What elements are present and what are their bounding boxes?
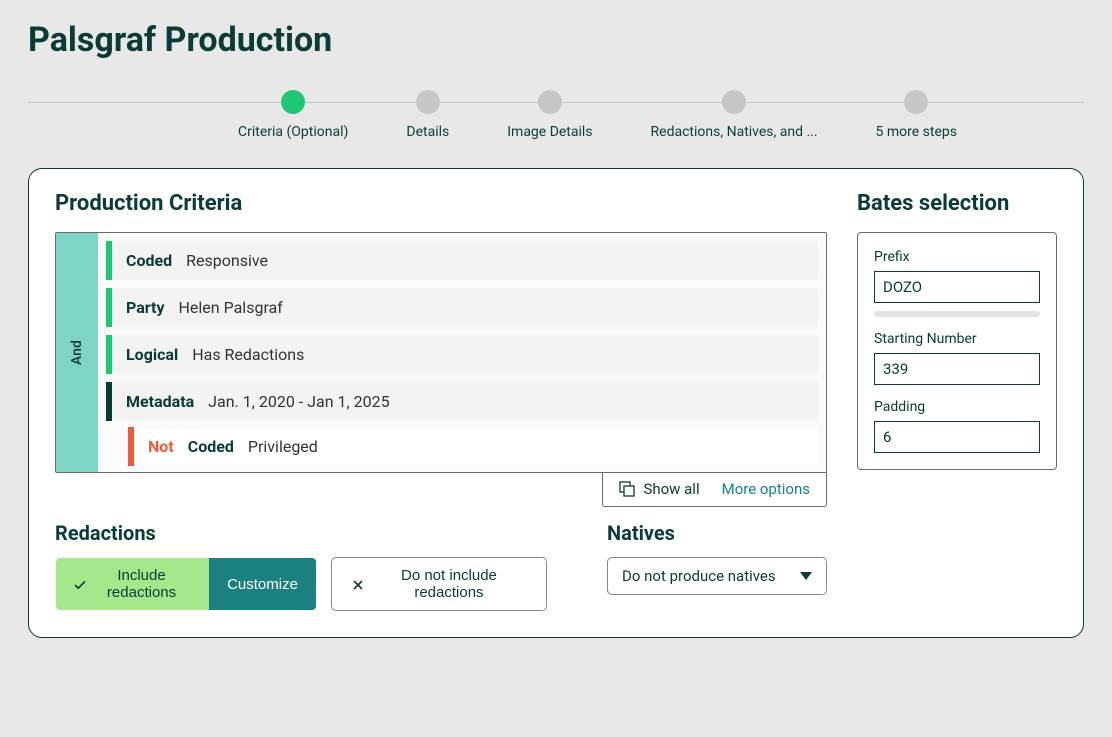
criteria-value: Helen Palsgraf [179, 298, 283, 317]
natives-select[interactable]: Do not produce natives [607, 557, 827, 595]
starting-number-input[interactable] [874, 353, 1040, 385]
step-criteria[interactable]: Criteria (Optional) [238, 90, 348, 140]
more-options-link[interactable]: More options [722, 480, 810, 498]
criteria-heading: Production Criteria [55, 191, 827, 216]
stepper: Criteria (Optional) Details Image Detail… [28, 90, 1084, 140]
caret-down-icon [800, 572, 812, 580]
bates-card: Prefix Starting Number Padding [857, 232, 1057, 470]
step-dot [416, 90, 440, 114]
criteria-key: Coded [126, 251, 172, 270]
redactions-segment: Include redactions Customize [55, 557, 317, 611]
step-redactions-natives[interactable]: Redactions, Natives, and ... [651, 90, 818, 140]
bates-heading: Bates selection [857, 191, 1057, 216]
row-accent-bar [106, 241, 112, 280]
criteria-value: Responsive [186, 251, 268, 270]
show-all-link[interactable]: Show all [619, 480, 699, 498]
not-label: Not [148, 437, 174, 456]
criteria-value: Jan. 1, 2020 - Jan 1, 2025 [208, 392, 389, 411]
step-label: Redactions, Natives, and ... [651, 124, 818, 140]
step-label: Criteria (Optional) [238, 124, 348, 140]
criteria-row-logical[interactable]: Logical Has Redactions [106, 335, 818, 374]
padding-input[interactable] [874, 421, 1040, 453]
redactions-heading: Redactions [55, 521, 547, 545]
main-card: Production Criteria And Coded Responsive… [28, 168, 1084, 638]
x-icon [352, 578, 364, 590]
step-dot-active [281, 90, 305, 114]
criteria-key: Party [126, 298, 165, 317]
customize-button[interactable]: Customize [209, 558, 316, 610]
criteria-key: Coded [188, 437, 234, 456]
redactions-group: Redactions Include redactions Customize [55, 521, 547, 611]
step-dot [722, 90, 746, 114]
show-all-label: Show all [643, 480, 699, 498]
criteria-block: And Coded Responsive Party Helen Palsgra… [55, 232, 827, 473]
prefix-label: Prefix [874, 249, 1040, 265]
row-accent-bar [106, 382, 112, 421]
step-label: 5 more steps [876, 124, 957, 140]
criteria-row-coded[interactable]: Coded Responsive [106, 241, 818, 280]
natives-group: Natives Do not produce natives [607, 521, 827, 595]
criteria-footer: Show all More options [55, 479, 827, 507]
step-label: Details [406, 124, 449, 140]
criteria-row-party[interactable]: Party Helen Palsgraf [106, 288, 818, 327]
check-icon [74, 578, 86, 590]
exclude-redactions-label: Do not include redactions [372, 567, 526, 601]
step-image-details[interactable]: Image Details [507, 90, 592, 140]
criteria-value: Privileged [248, 437, 318, 456]
criteria-key: Metadata [126, 392, 194, 411]
and-rail: And [56, 233, 98, 472]
prefix-input[interactable] [874, 271, 1040, 303]
customize-label: Customize [227, 576, 298, 593]
criteria-key: Logical [126, 345, 178, 364]
page-title: Palsgraf Production [28, 20, 1084, 60]
criteria-value: Has Redactions [192, 345, 304, 364]
stack-icon [619, 481, 635, 497]
criteria-row-metadata[interactable]: Metadata Jan. 1, 2020 - Jan 1, 2025 [106, 382, 818, 421]
step-dot [538, 90, 562, 114]
step-details[interactable]: Details [406, 90, 449, 140]
padding-label: Padding [874, 399, 1040, 415]
include-redactions-button[interactable]: Include redactions [56, 558, 209, 610]
natives-selected-value: Do not produce natives [622, 567, 776, 585]
starting-number-label: Starting Number [874, 331, 1040, 347]
row-accent-bar [106, 288, 112, 327]
row-accent-bar [106, 335, 112, 374]
include-redactions-label: Include redactions [92, 567, 191, 601]
step-more[interactable]: 5 more steps [876, 90, 957, 140]
natives-heading: Natives [607, 521, 827, 545]
step-label: Image Details [507, 124, 592, 140]
step-dot [904, 90, 928, 114]
prefix-track [874, 311, 1040, 317]
row-accent-bar [128, 427, 134, 466]
criteria-row-not-coded[interactable]: Not Coded Privileged [128, 429, 818, 464]
exclude-redactions-button[interactable]: Do not include redactions [331, 557, 547, 611]
